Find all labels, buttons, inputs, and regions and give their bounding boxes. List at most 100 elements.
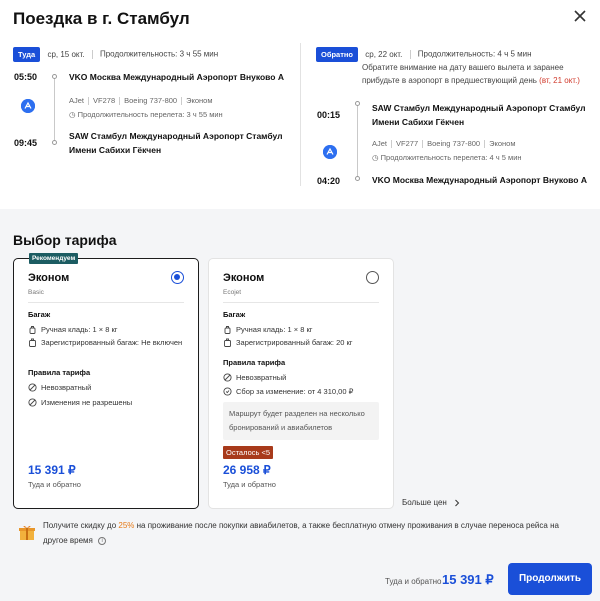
split-booking-note: Маршрут будет разделен на несколько брон… [223,402,379,440]
clock-icon: ◷ [69,110,76,119]
header: Поездка в г. Стамбул [0,0,600,40]
bag-icon [28,325,37,334]
clock-icon: ◷ [372,153,379,162]
outbound-dep-time: 05:50 [14,72,38,82]
rules-title: Правила тарифа [28,368,91,377]
suitcase-icon [28,338,37,347]
outbound-arr-airport: SAW Стамбул Международный Аэропорт Стамб… [69,129,283,157]
outbound-arr-airport-line2: Имени Сабихи Гёкчен [69,145,162,155]
gift-icon [17,522,37,542]
return-dep-time: 00:15 [317,110,341,120]
return-badge: Обратно [316,47,359,62]
return-notice-date: (вт, 21 окт.) [539,76,580,85]
rule-text: Изменения не разрешены [41,398,133,407]
checked-baggage-text: Зарегистрированный багаж: 20 кг [236,338,353,347]
hand-luggage-text: Ручная кладь: 1 × 8 кг [236,325,313,334]
checked-baggage-row: Зарегистрированный багаж: Не включен [28,337,184,348]
fee-row: Сбор за изменение: от 4 310,00 ₽ [223,386,353,397]
more-prices-label: Больше цен [402,498,447,507]
tariff-card-basic[interactable]: Рекомендуем Эконом Basic Багаж Ручная кл… [13,253,199,509]
return-timeline [357,104,358,180]
card-divider [28,302,184,303]
outbound-flight-number: VF278 [93,96,116,105]
outbound-cabin: Эконом [186,96,213,105]
no-icon [223,373,232,382]
checked-baggage-row: Зарегистрированный багаж: 20 кг [223,337,353,348]
total-label: Туда и обратно [385,577,442,586]
rule-row: Невозвратный [223,372,286,383]
outbound-date: ср, 15 окт. [47,49,85,59]
return-dep-dot [355,101,360,106]
outbound-flight-info: AJet VF278 Boeing 737-800 Эконом [69,96,213,106]
total-price: 15 391 ₽ [442,572,494,587]
tariff-name: Эконом [223,272,265,284]
return-flight-number: VF277 [396,139,419,148]
return-notice: Обратите внимание на дату вашего вылета … [362,61,580,87]
hand-luggage-row: Ручная кладь: 1 × 8 кг [223,324,312,335]
rules-title: Правила тарифа [223,358,286,367]
baggage-title: Багаж [223,310,246,319]
tariff-code: Basic [28,289,44,296]
outbound-meta: Туда ср, 15 окт. Продолжительность: 3 ч … [13,47,218,62]
info-icon[interactable]: i [98,536,107,545]
suitcase-icon [223,338,232,347]
return-dep-airport: SAW Стамбул Международный Аэропорт Стамб… [372,101,586,129]
rule-row: Невозвратный [28,382,91,393]
chevron-right-icon [455,499,460,507]
tariff-card-ecojet[interactable]: Эконом Ecojet Багаж Ручная кладь: 1 × 8 … [208,258,394,509]
return-arr-airport: VKO Москва Международный Аэропорт Внуков… [372,175,587,185]
airline-logo-icon [21,99,35,113]
return-flight-info: AJet VF277 Boeing 737-800 Эконом [372,139,516,149]
tariff-price-sub: Туда и обратно [223,480,276,489]
card-divider [223,302,379,303]
promo-percent: 25% [118,521,135,530]
tariff-price-sub: Туда и обратно [28,480,81,489]
tariff-radio[interactable] [171,271,184,284]
recommended-badge: Рекомендуем [29,253,79,264]
return-meta: Обратно ср, 22 окт. Продолжительность: 4… [316,47,532,62]
outbound-duration: Продолжительность: 3 ч 55 мин [99,49,219,59]
rule-text: Невозвратный [236,373,287,382]
baggage-title: Багаж [28,310,51,319]
tariff-code: Ecojet [223,289,242,296]
return-cabin: Эконом [489,139,516,148]
tariff-price: 15 391 ₽ [28,463,76,477]
return-notice-line2: прибудьте в аэропорт в предшествующий де… [362,76,537,85]
outbound-flight-duration-row: ◷ Продолжительность перелета: 3 ч 55 мин [69,110,223,119]
outbound-airline: AJet [69,96,85,105]
no-icon [28,383,37,392]
tariff-section-title: Выбор тарифа [13,232,117,248]
seats-left-badge: Осталось <5 [223,446,274,459]
return-flight-duration-row: ◷ Продолжительность перелета: 4 ч 5 мин [372,153,522,162]
tariff-name: Эконом [28,272,70,284]
tariff-radio[interactable] [366,271,379,284]
promo-prefix: Получите скидку до [43,521,117,530]
outbound-badge: Туда [13,47,41,62]
return-duration: Продолжительность: 4 ч 5 мин [417,49,532,59]
continue-button[interactable]: Продолжить [508,563,592,595]
return-dep-airport-line1: SAW Стамбул Международный Аэропорт Стамб… [372,103,586,113]
return-arr-dot [355,176,360,181]
page-title: Поездка в г. Стамбул [13,9,190,28]
outbound-dep-airport: VKO Москва Международный Аэропорт Внуков… [69,72,284,82]
return-airline: AJet [372,139,388,148]
return-date: ср, 22 окт. [365,49,403,59]
more-prices-link[interactable]: Больше цен [402,498,461,507]
rule-row: Изменения не разрешены [28,397,132,408]
hand-luggage-row: Ручная кладь: 1 × 8 кг [28,324,117,335]
outbound-aircraft: Boeing 737-800 [124,96,178,105]
outbound-arr-airport-line1: SAW Стамбул Международный Аэропорт Стамб… [69,131,283,141]
checked-baggage-text: Зарегистрированный багаж: Не включен [41,338,183,347]
return-aircraft: Boeing 737-800 [427,139,481,148]
outbound-arr-time: 09:45 [14,138,38,148]
no-icon [28,398,37,407]
close-icon[interactable] [572,8,588,24]
airline-logo-icon [323,145,337,159]
return-notice-line1: Обратите внимание на дату вашего вылета … [362,63,564,72]
return-dep-airport-line2: Имени Сабихи Гёкчен [372,117,465,127]
return-arr-time: 04:20 [317,176,341,186]
outbound-arr-dot [52,140,57,145]
footer-bar: Туда и обратно 15 391 ₽ Продолжить [0,555,600,601]
promo-text: Получите скидку до 25% на проживание пос… [43,518,583,548]
fee-icon [223,387,232,396]
